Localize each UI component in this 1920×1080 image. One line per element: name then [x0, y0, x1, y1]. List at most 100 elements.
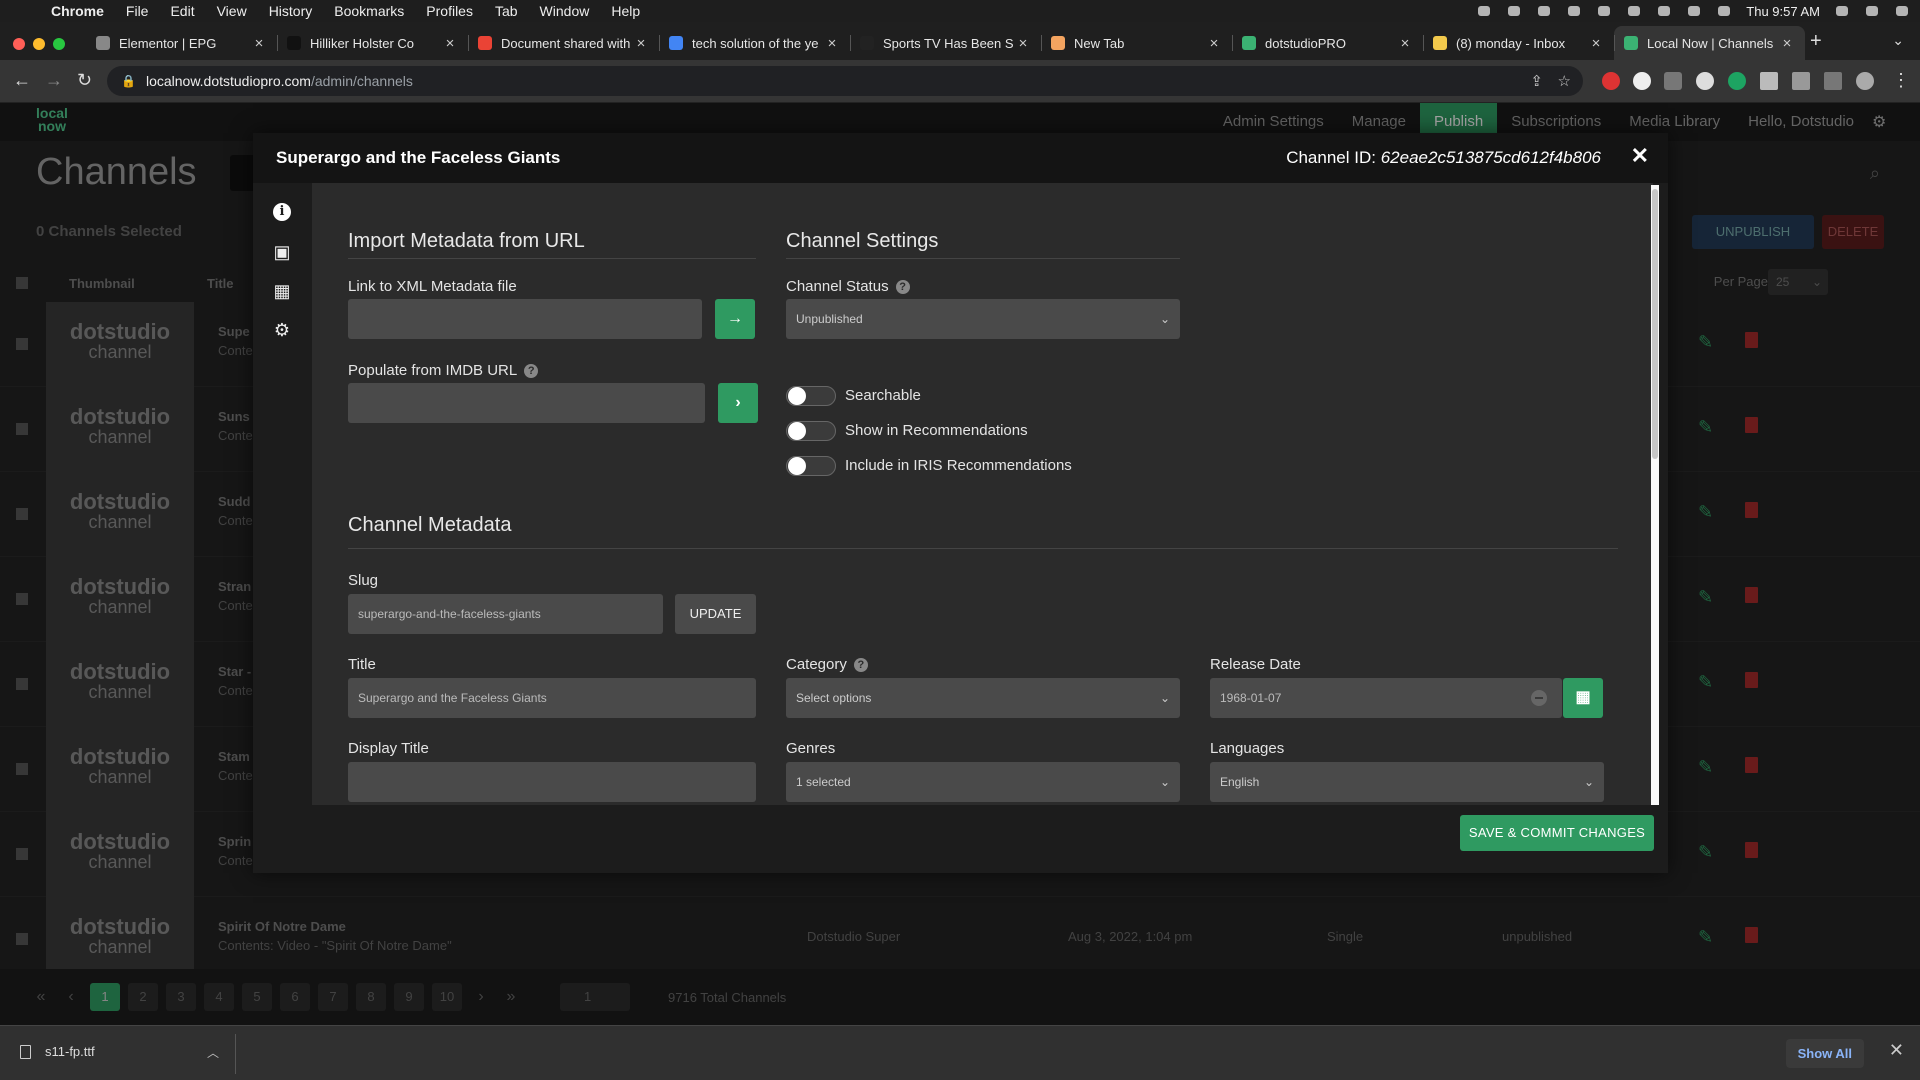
modal-scrollbar[interactable]: [1651, 185, 1659, 807]
tab-favicon-icon: [669, 36, 683, 50]
browser-tab[interactable]: Hilliker Holster Co ×: [277, 26, 468, 60]
side-panel-icon[interactable]: [1824, 72, 1842, 90]
zoom-window-button[interactable]: [53, 38, 65, 50]
volume-icon[interactable]: [1686, 4, 1702, 18]
menu-window[interactable]: Window: [529, 3, 601, 19]
forward-arrow-icon[interactable]: →: [45, 70, 63, 91]
import-xml-button[interactable]: →: [715, 299, 755, 339]
release-date-input[interactable]: 1968-01-07: [1210, 678, 1562, 718]
minimize-window-button[interactable]: [33, 38, 45, 50]
tab-close-icon[interactable]: ×: [1206, 35, 1222, 52]
browser-tab[interactable]: Document shared with ×: [468, 26, 659, 60]
browser-tab[interactable]: (8) monday - Inbox ×: [1423, 26, 1614, 60]
browser-tab[interactable]: Elementor | EPG ×: [86, 26, 277, 60]
menu-view[interactable]: View: [206, 3, 258, 19]
wifi-icon[interactable]: [1626, 4, 1642, 18]
update-slug-button[interactable]: UPDATE: [675, 594, 756, 634]
info-icon[interactable]: i: [273, 203, 291, 221]
populate-imdb-button[interactable]: ›: [718, 383, 758, 423]
help-icon[interactable]: ?: [895, 279, 910, 294]
images-icon[interactable]: ▣: [269, 239, 295, 265]
new-tab-button[interactable]: +: [1810, 30, 1822, 53]
close-icon[interactable]: ✕: [1889, 1040, 1904, 1061]
browser-tab[interactable]: Local Now | Channels ×: [1614, 26, 1805, 60]
menu-help[interactable]: Help: [600, 3, 651, 19]
airplay-icon[interactable]: [1656, 4, 1672, 18]
tab-close-icon[interactable]: ×: [251, 35, 267, 52]
back-arrow-icon[interactable]: ←: [13, 70, 31, 91]
browser-tab[interactable]: New Tab ×: [1041, 26, 1232, 60]
reload-icon[interactable]: ↻: [77, 70, 92, 91]
menu-clock[interactable]: Thu 9:57 AM: [1746, 4, 1820, 19]
channel-status-select[interactable]: Unpublished ⌄: [786, 299, 1180, 339]
share-icon[interactable]: ⇪: [1530, 72, 1543, 90]
tab-close-icon[interactable]: ×: [1015, 35, 1031, 52]
bookmark-star-icon[interactable]: ☆: [1558, 72, 1571, 90]
hierarchy-icon[interactable]: ▦: [269, 278, 295, 304]
bluetooth-icon[interactable]: [1566, 4, 1582, 18]
status-app-icon[interactable]: [1596, 4, 1612, 18]
recommendations-toggle[interactable]: [786, 421, 836, 441]
menu-app-name[interactable]: Chrome: [40, 3, 115, 19]
chevron-up-icon[interactable]: ︿: [207, 1044, 219, 1061]
save-commit-button[interactable]: SAVE & COMMIT CHANGES: [1460, 815, 1654, 851]
display-title-input[interactable]: [348, 762, 756, 802]
menu-file[interactable]: File: [115, 3, 160, 19]
menu-edit[interactable]: Edit: [159, 3, 205, 19]
chrome-menu-icon[interactable]: ⋮: [1892, 70, 1910, 91]
download-item[interactable]: s11-fp.ttf: [20, 1044, 95, 1059]
browser-tab[interactable]: Sports TV Has Been S ×: [850, 26, 1041, 60]
iris-recommendations-toggle[interactable]: [786, 456, 836, 476]
calendar-button[interactable]: ▦: [1563, 678, 1603, 718]
menu-history[interactable]: History: [258, 3, 324, 19]
tab-close-icon[interactable]: ×: [1397, 35, 1413, 52]
extension-icon[interactable]: [1696, 72, 1714, 90]
close-window-button[interactable]: [13, 38, 25, 50]
lock-icon[interactable]: 🔒: [121, 74, 136, 88]
tab-search-chevron-icon[interactable]: ⌄: [1892, 32, 1904, 49]
spotlight-search-icon[interactable]: [1834, 4, 1850, 18]
close-icon[interactable]: ✕: [1631, 143, 1649, 169]
menu-profiles[interactable]: Profiles: [415, 3, 484, 19]
languages-select[interactable]: English ⌄: [1210, 762, 1604, 802]
extension-icon[interactable]: [1602, 72, 1620, 90]
help-icon[interactable]: ?: [853, 657, 868, 672]
tab-title: Sports TV Has Been S: [883, 35, 1014, 51]
control-center-icon[interactable]: [1894, 4, 1910, 18]
browser-tab[interactable]: dotstudioPRO ×: [1232, 26, 1423, 60]
xml-link-input[interactable]: [348, 299, 702, 339]
extension-icon[interactable]: [1664, 72, 1682, 90]
browser-tab[interactable]: tech solution of the ye ×: [659, 26, 850, 60]
slug-input[interactable]: superargo-and-the-faceless-giants: [348, 594, 663, 634]
imdb-url-input[interactable]: [348, 383, 705, 423]
genres-select[interactable]: 1 selected ⌄: [786, 762, 1180, 802]
extensions-puzzle-icon[interactable]: [1760, 72, 1778, 90]
genres-label: Genres: [786, 740, 835, 757]
flag-input-icon[interactable]: [1716, 4, 1732, 18]
clear-date-icon[interactable]: [1531, 690, 1547, 706]
tab-close-icon[interactable]: ×: [442, 35, 458, 52]
modal-header: Superargo and the Faceless Giants Channe…: [253, 133, 1668, 183]
tab-close-icon[interactable]: ×: [1588, 35, 1604, 52]
tab-close-icon[interactable]: ×: [633, 35, 649, 52]
category-select[interactable]: Select options ⌄: [786, 678, 1180, 718]
show-all-downloads-button[interactable]: Show All: [1785, 1039, 1864, 1068]
scrollbar-thumb[interactable]: [1652, 189, 1658, 459]
tab-close-icon[interactable]: ×: [1779, 35, 1795, 52]
extension-icon[interactable]: [1633, 72, 1651, 90]
profile-avatar[interactable]: [1856, 72, 1874, 90]
gears-icon[interactable]: ⚙: [269, 317, 295, 343]
status-app-icon[interactable]: [1506, 4, 1522, 18]
address-bar[interactable]: 🔒 localnow.dotstudiopro.com/admin/channe…: [107, 66, 1583, 96]
menu-tab[interactable]: Tab: [484, 3, 529, 19]
menu-bookmarks[interactable]: Bookmarks: [323, 3, 415, 19]
tab-close-icon[interactable]: ×: [824, 35, 840, 52]
grammarly-icon[interactable]: [1728, 72, 1746, 90]
status-app-icon[interactable]: [1476, 4, 1492, 18]
siri-icon[interactable]: [1864, 4, 1880, 18]
reading-list-icon[interactable]: [1792, 72, 1810, 90]
searchable-toggle[interactable]: [786, 386, 836, 406]
help-icon[interactable]: ?: [524, 363, 539, 378]
status-app-icon[interactable]: [1536, 4, 1552, 18]
title-input[interactable]: Superargo and the Faceless Giants: [348, 678, 756, 718]
